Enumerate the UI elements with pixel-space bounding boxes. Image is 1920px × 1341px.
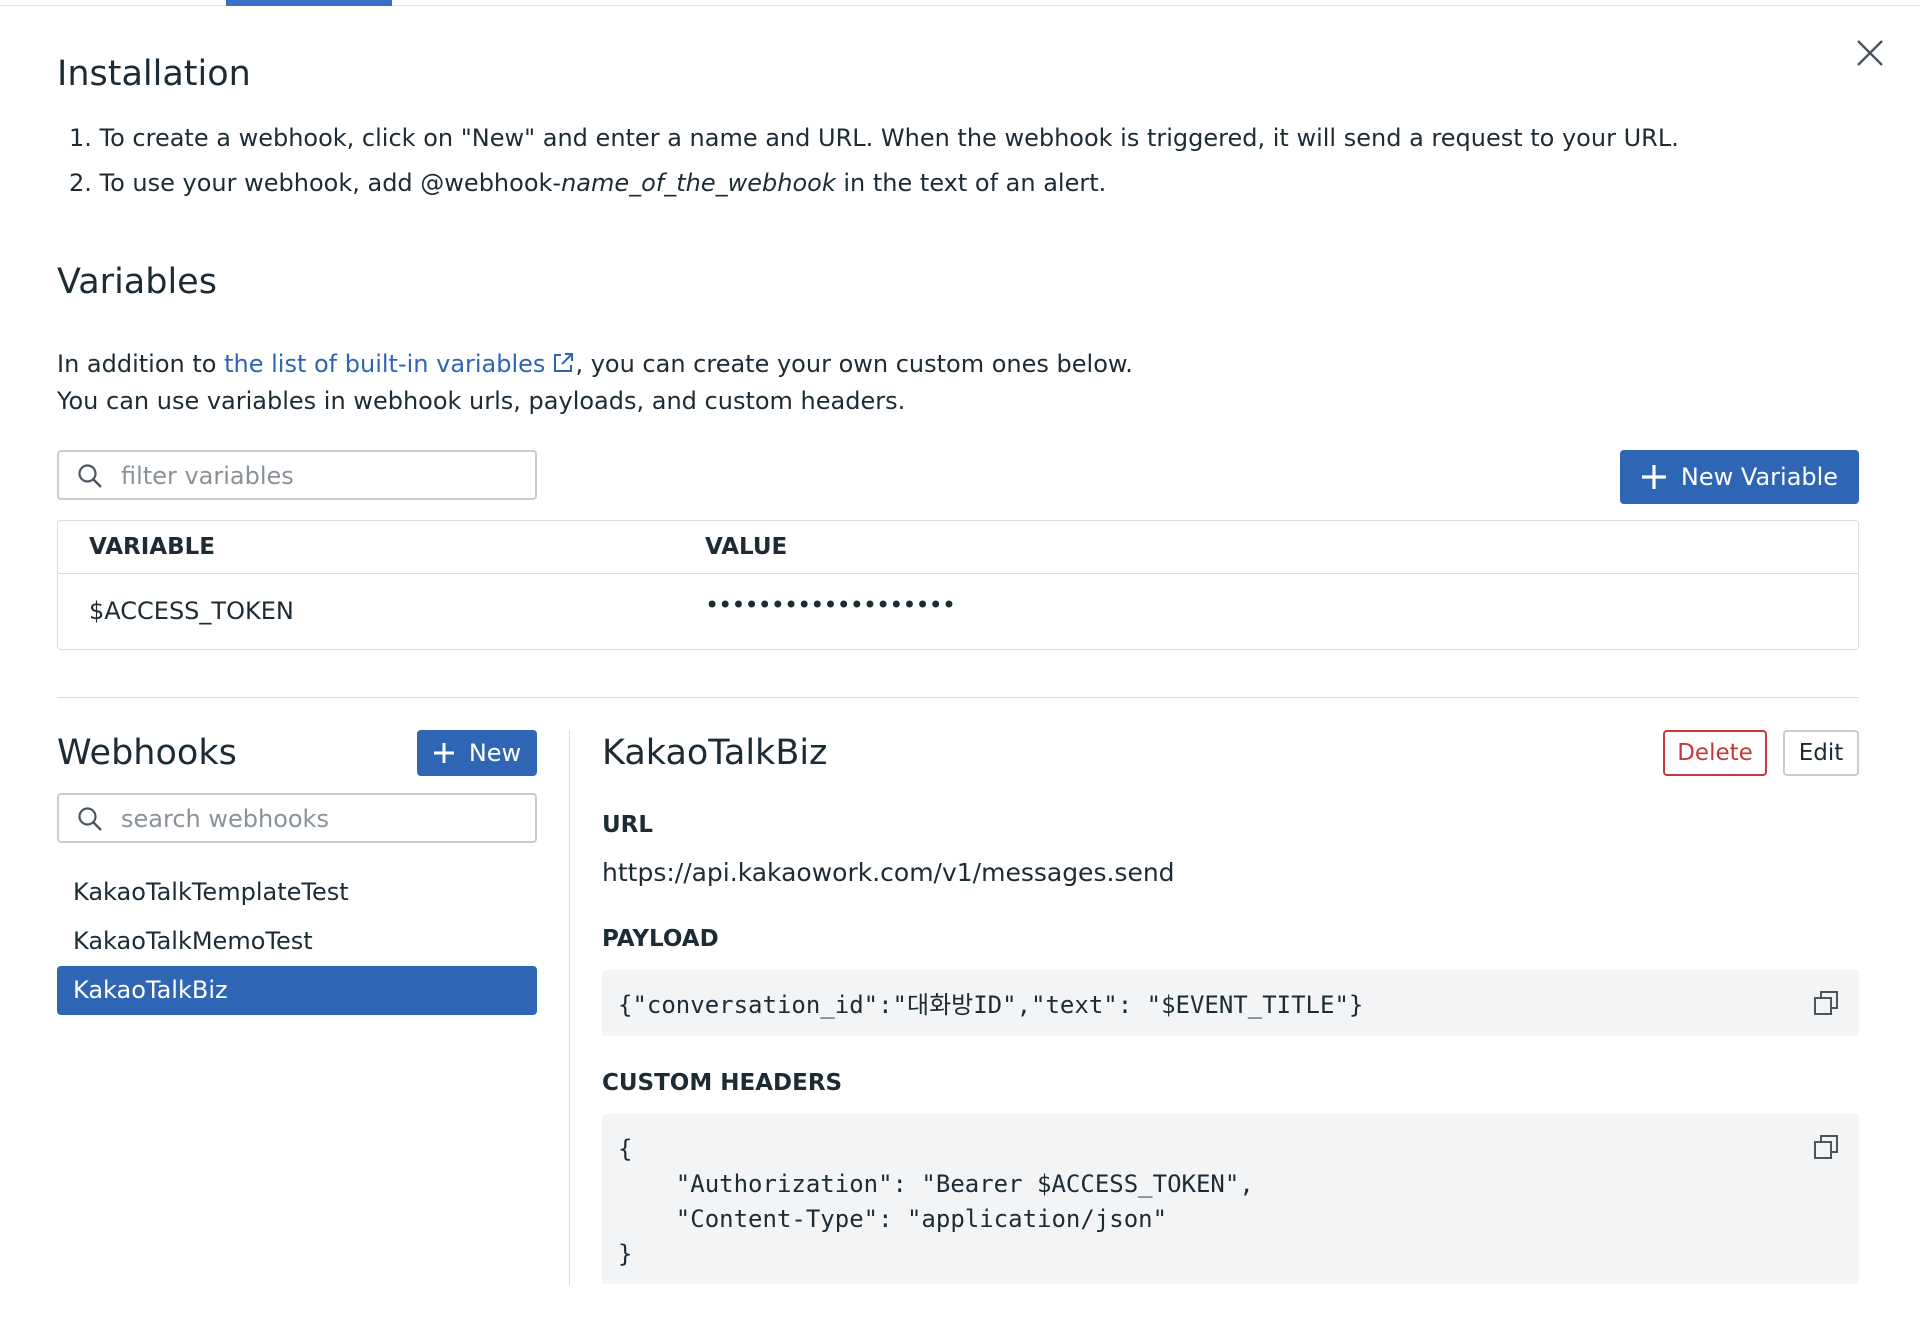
new-variable-button[interactable]: New Variable [1620, 450, 1859, 504]
section-divider [57, 697, 1859, 698]
column-header-value: VALUE [705, 534, 788, 560]
search-webhooks-search [57, 793, 537, 843]
variables-description: In addition to the list of built-in vari… [57, 350, 1133, 415]
list-item-selected[interactable]: KakaoTalkBiz [57, 966, 537, 1015]
installation-steps: 1. To create a webhook, click on "New" a… [69, 116, 1679, 206]
list-item[interactable]: KakaoTalkMemoTest [57, 917, 537, 966]
payload-code-block: {"conversation_id":"대화방ID","text": "$EVE… [602, 970, 1859, 1036]
search-icon [78, 807, 102, 831]
variables-title: Variables [57, 262, 217, 302]
list-item[interactable]: KakaoTalkTemplateTest [57, 868, 537, 917]
copy-icon[interactable] [1813, 1134, 1839, 1160]
plus-icon [433, 743, 454, 763]
built-in-variables-link[interactable]: the list of built-in variables [224, 350, 575, 378]
webhook-detail-title: KakaoTalkBiz [602, 733, 828, 773]
url-value: https://api.kakaowork.com/v1/messages.se… [602, 858, 1175, 887]
installation-step-2: 2. To use your webhook, add @webhook-nam… [69, 169, 1107, 197]
variables-table-header: VARIABLE VALUE [58, 521, 1858, 574]
edit-button[interactable]: Edit [1783, 730, 1859, 776]
webhooks-title: Webhooks [57, 733, 237, 773]
variable-value-cell: ••••••••••••••••••• [705, 591, 956, 619]
column-header-variable: VARIABLE [89, 534, 216, 560]
variable-name-cell: $ACCESS_TOKEN [89, 597, 294, 625]
panel-divider [569, 730, 570, 1285]
custom-headers-label: CUSTOM HEADERS [602, 1070, 843, 1096]
search-webhooks-input[interactable] [119, 801, 523, 837]
custom-headers-code-block: { "Authorization": "Bearer $ACCESS_TOKEN… [602, 1114, 1859, 1284]
url-label: URL [602, 812, 654, 838]
plus-icon [1641, 465, 1666, 489]
new-webhook-button[interactable]: New [417, 730, 537, 776]
close-icon[interactable] [1853, 36, 1887, 70]
search-icon [78, 464, 102, 488]
payload-value: {"conversation_id":"대화방ID","text": "$EVE… [618, 991, 1364, 1019]
filter-variables-search [57, 450, 537, 500]
delete-button[interactable]: Delete [1663, 730, 1767, 776]
webhooks-list: KakaoTalkTemplateTest KakaoTalkMemoTest … [57, 868, 537, 1015]
external-link-icon [554, 353, 574, 372]
copy-icon[interactable] [1813, 990, 1839, 1016]
active-tab-indicator [226, 0, 392, 6]
filter-variables-input[interactable] [119, 458, 523, 494]
custom-headers-value: { "Authorization": "Bearer $ACCESS_TOKEN… [618, 1135, 1254, 1268]
installation-step-1: 1. To create a webhook, click on "New" a… [69, 124, 1679, 152]
payload-label: PAYLOAD [602, 926, 719, 952]
installation-title: Installation [57, 54, 251, 94]
variables-table: VARIABLE VALUE $ACCESS_TOKEN •••••••••••… [57, 520, 1859, 650]
